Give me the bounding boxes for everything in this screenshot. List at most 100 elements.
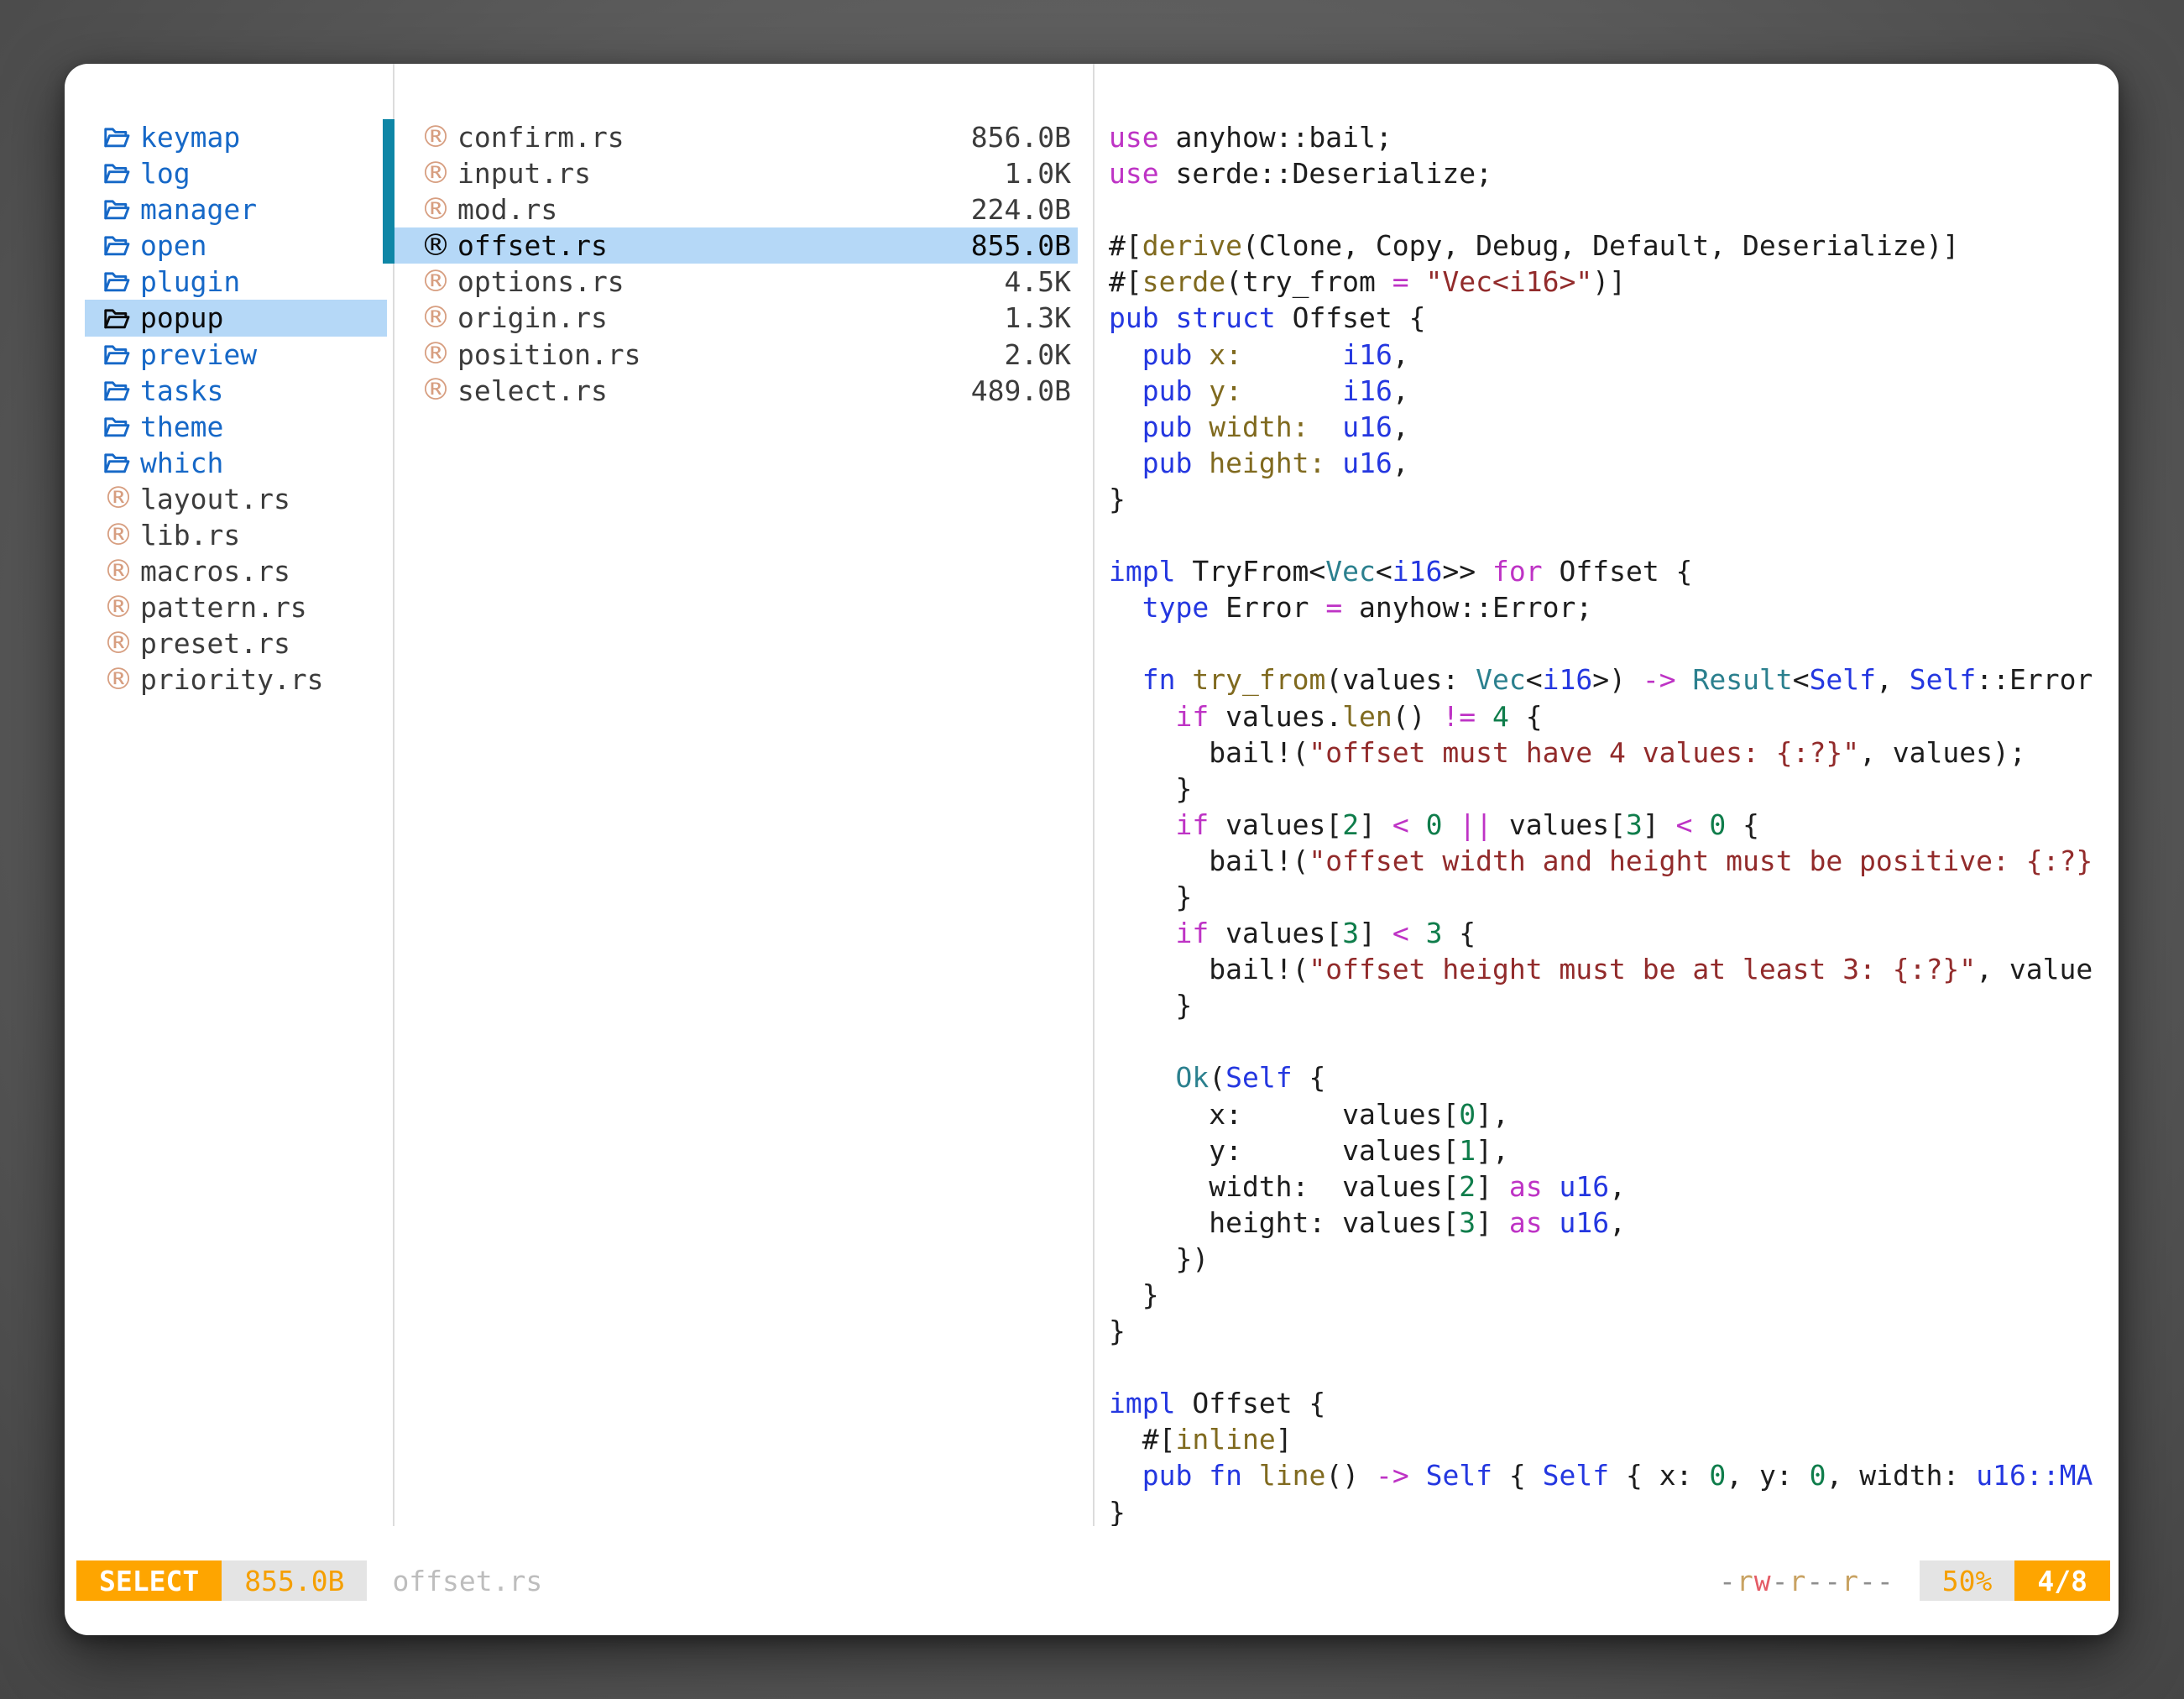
permission-char: r [1842, 1565, 1859, 1597]
code-token: 2 [1342, 808, 1359, 841]
permission-char: r [1737, 1565, 1754, 1597]
sidebar-item-macros.rs[interactable]: ®macros.rs [85, 553, 387, 589]
code-token [1442, 808, 1459, 841]
code-token [1409, 917, 1426, 949]
parent-pane: keymaplogmanageropenpluginpopuppreviewta… [65, 64, 394, 698]
code-token: i16 [1342, 374, 1392, 407]
code-token: pub [1142, 338, 1193, 371]
icon-slot: ® [421, 159, 457, 189]
sidebar-item-layout.rs[interactable]: ®layout.rs [85, 481, 387, 517]
file-name: pattern.rs [140, 589, 307, 625]
code-token: if [1175, 917, 1209, 949]
file-row-mod.rs[interactable]: ®mod.rs224.0B [394, 191, 1078, 227]
code-token: () [1392, 700, 1443, 733]
code-token: 4 [1492, 700, 1509, 733]
code-line: if values[2] < 0 || values[3] < 0 { [1109, 807, 2119, 843]
sidebar-item-lib.rs[interactable]: ®lib.rs [85, 517, 387, 553]
icon-slot [103, 378, 140, 404]
code-token: { x: [1609, 1459, 1709, 1492]
code-token: < [1526, 663, 1543, 696]
sidebar-item-priority.rs[interactable]: ®priority.rs [85, 661, 387, 698]
code-token: anyhow::Error; [1342, 591, 1592, 624]
sidebar-rows: keymaplogmanageropenpluginpopuppreviewta… [65, 119, 394, 698]
sidebar-item-theme[interactable]: theme [85, 409, 387, 445]
code-token: = [1325, 591, 1342, 624]
code-token: height: values[ [1109, 1206, 1459, 1239]
hovered-file-name: offset.rs [392, 1565, 542, 1597]
code-token: 1 [1459, 1134, 1476, 1167]
permission-char: - [1859, 1565, 1877, 1597]
code-token: 0 [1709, 1459, 1726, 1492]
code-token: } [1109, 1315, 1126, 1347]
code-token: pub [1142, 1459, 1193, 1492]
file-row-select.rs[interactable]: ®select.rs489.0B [394, 373, 1078, 409]
file-name: mod.rs [457, 191, 557, 227]
code-token: } [1109, 772, 1192, 805]
icon-slot [103, 124, 140, 150]
code-token: "Vec<i16>" [1426, 265, 1593, 298]
code-token: values. [1209, 700, 1342, 733]
file-row-options.rs[interactable]: ®options.rs4.5K [394, 264, 1078, 300]
code-token: i16 [1342, 338, 1392, 371]
code-line [1109, 517, 2119, 553]
sidebar-item-pattern.rs[interactable]: ®pattern.rs [85, 589, 387, 625]
code-token: ] [1276, 1423, 1293, 1456]
folder-open-icon [103, 306, 131, 332]
code-token: width: values[ [1109, 1170, 1459, 1203]
file-name: log [140, 155, 191, 191]
file-name: priority.rs [140, 661, 324, 698]
file-size: 855.0B [971, 227, 1078, 264]
file-name: confirm.rs [457, 119, 624, 155]
rust-file-icon: ® [103, 484, 133, 514]
code-token: || [1459, 808, 1492, 841]
code-line: } [1109, 1494, 2119, 1526]
code-line [1109, 1349, 2119, 1385]
code-token: "offset must have 4 values: {:?}" [1309, 736, 1859, 769]
code-token: , values); [1859, 736, 2026, 769]
code-token: type [1142, 591, 1209, 624]
sidebar-item-preset.rs[interactable]: ®preset.rs [85, 625, 387, 661]
sidebar-item-which[interactable]: which [85, 445, 387, 481]
mode-badge: SELECT [76, 1560, 222, 1601]
rust-file-icon: ® [103, 557, 133, 587]
code-token: 0 [1426, 808, 1443, 841]
file-row-confirm.rs[interactable]: ®confirm.rs856.0B [394, 119, 1078, 155]
rust-file-icon: ® [421, 159, 451, 189]
sidebar-item-log[interactable]: log [85, 155, 387, 191]
file-size: 1.0K [1005, 155, 1078, 191]
file-name: select.rs [457, 373, 608, 409]
preview-pane: use anyhow::bail;use serde::Deserialize;… [1095, 64, 2119, 1526]
sidebar-item-tasks[interactable]: tasks [85, 373, 387, 409]
code-line: Ok(Self { [1109, 1059, 2119, 1095]
sidebar-item-popup[interactable]: popup [85, 300, 387, 336]
code-token: 3 [1459, 1206, 1476, 1239]
code-line: if values[3] < 3 { [1109, 915, 2119, 951]
code-token: Offset { [1276, 301, 1426, 334]
code-token: Self [1426, 1459, 1492, 1492]
folder-open-icon [103, 196, 131, 222]
code-token: anyhow::bail; [1159, 121, 1392, 154]
file-size: 856.0B [971, 119, 1078, 155]
file-row-offset.rs[interactable]: ®offset.rs855.0B [394, 227, 1078, 264]
code-token: { [1442, 917, 1476, 949]
sidebar-item-plugin[interactable]: plugin [85, 264, 387, 300]
sidebar-item-open[interactable]: open [85, 227, 387, 264]
sidebar-item-keymap[interactable]: keymap [85, 119, 387, 155]
file-row-position.rs[interactable]: ®position.rs2.0K [394, 337, 1078, 373]
sidebar-item-preview[interactable]: preview [85, 337, 387, 373]
percent-badge: 50% [1920, 1560, 2015, 1601]
code-line [1109, 191, 2119, 227]
code-token: , [1392, 338, 1409, 371]
code-token: height: [1209, 447, 1325, 479]
code-token: = [1392, 265, 1409, 298]
folder-open-icon [103, 342, 131, 368]
icon-slot [103, 342, 140, 368]
sidebar-item-manager[interactable]: manager [85, 191, 387, 227]
file-row-origin.rs[interactable]: ®origin.rs1.3K [394, 300, 1078, 336]
file-row-input.rs[interactable]: ®input.rs1.0K [394, 155, 1078, 191]
code-token: serde::Deserialize; [1159, 157, 1492, 190]
code-token: Self [1225, 1061, 1292, 1094]
icon-slot: ® [103, 520, 140, 551]
file-name: position.rs [457, 337, 641, 373]
code-line: pub fn line() -> Self { Self { x: 0, y: … [1109, 1457, 2119, 1493]
